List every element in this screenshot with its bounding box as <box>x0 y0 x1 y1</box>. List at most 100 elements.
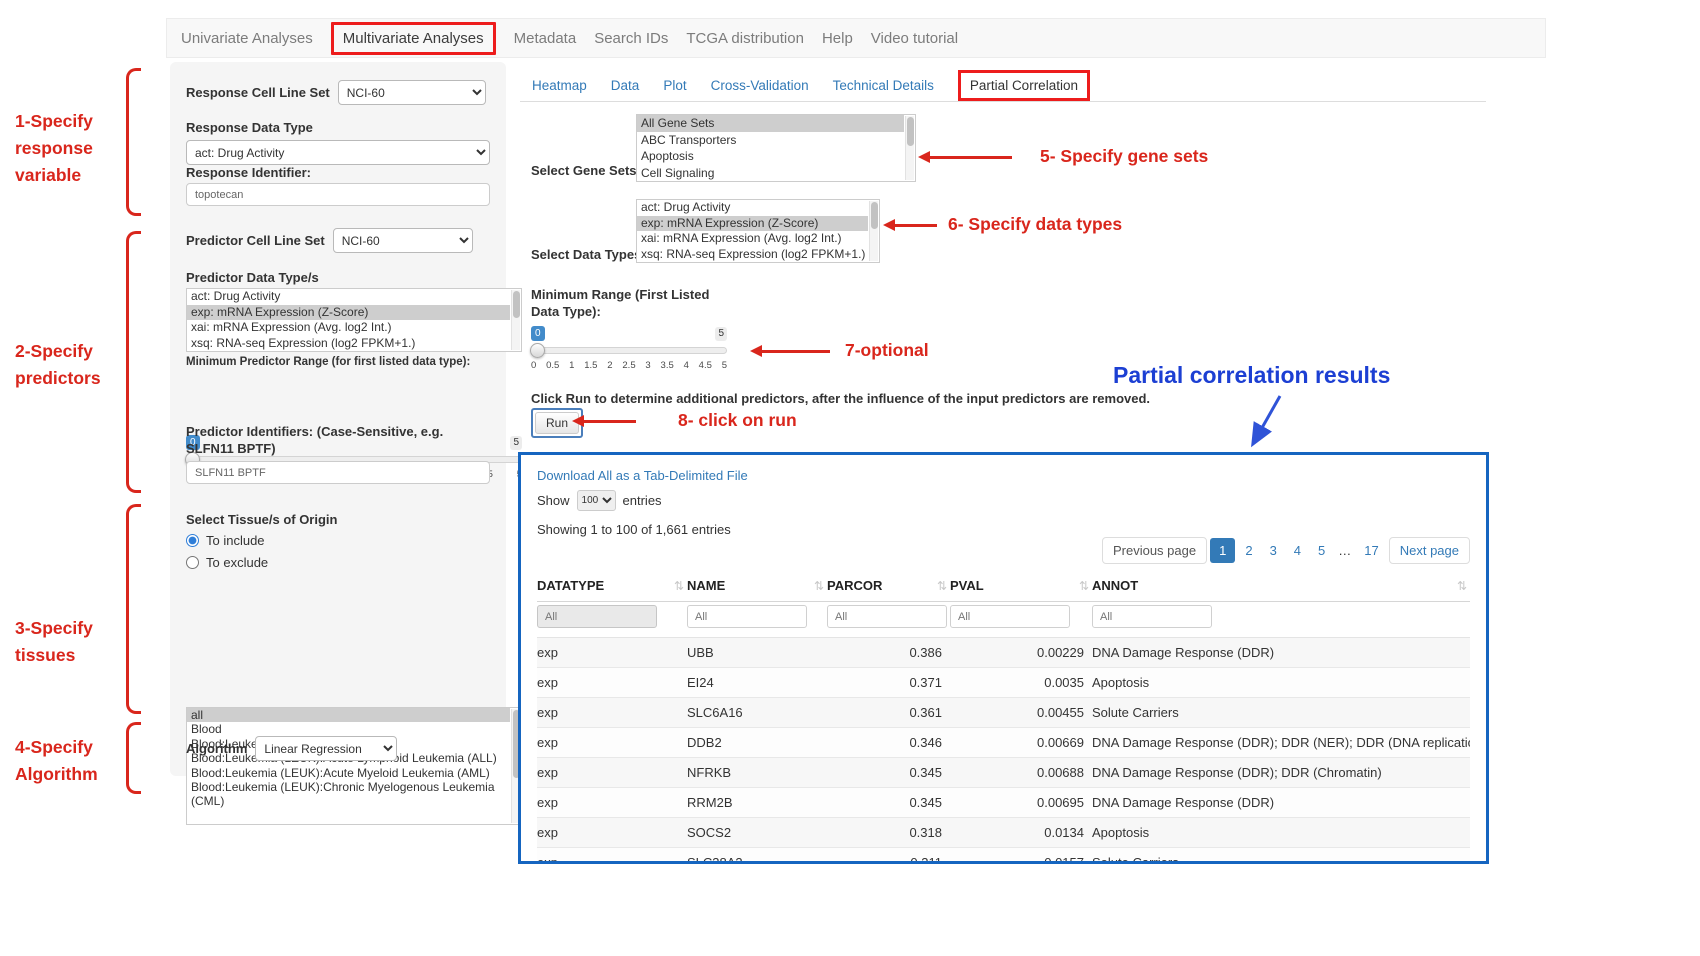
next-page-button[interactable]: Next page <box>1389 537 1470 564</box>
table-row[interactable]: exp EI24 0.371 0.0035 Apoptosis <box>537 668 1470 698</box>
tab-partial-correlation[interactable]: Partial Correlation <box>958 70 1090 101</box>
scrollbar[interactable] <box>905 116 914 180</box>
gene-sets-listbox: All Gene Sets ABC Transporters Apoptosis… <box>636 114 916 182</box>
cell-parcor: 0.311 <box>827 848 950 865</box>
previous-page-button[interactable]: Previous page <box>1102 537 1207 564</box>
top-navigation: Univariate Analyses Multivariate Analyse… <box>166 18 1546 58</box>
page-number-3[interactable]: 3 <box>1263 538 1284 563</box>
table-row[interactable]: exp SLC38A3 0.311 0.0157 Solute Carriers <box>537 848 1470 865</box>
listbox-option-selected[interactable]: exp: mRNA Expression (Z-Score) <box>187 305 510 321</box>
slider-handle[interactable] <box>530 343 545 358</box>
filter-input-annot[interactable] <box>1092 605 1212 628</box>
page-number-4[interactable]: 4 <box>1287 538 1308 563</box>
tab-technical-details[interactable]: Technical Details <box>833 78 934 93</box>
slider-tick-label: 3 <box>645 360 650 371</box>
min-range-slider[interactable]: 0 5 00.511.522.533.544.55 <box>531 326 727 374</box>
response-identifier-input[interactable] <box>186 183 490 206</box>
sort-icon[interactable]: ⇅ <box>937 579 947 593</box>
column-header-parcor[interactable]: PARCOR⇅ <box>827 570 950 602</box>
annotation-step6: 6- Specify data types <box>948 211 1122 238</box>
annotation-results-label: Partial correlation results <box>1113 362 1390 389</box>
listbox-option[interactable]: act: Drug Activity <box>637 200 868 216</box>
column-header-annot[interactable]: ANNOT⇅ <box>1092 570 1470 602</box>
algorithm-select[interactable]: Linear Regression <box>255 736 397 761</box>
nav-item-search-ids[interactable]: Search IDs <box>594 30 668 47</box>
column-header-pval[interactable]: PVAL ⇅ <box>950 570 1092 602</box>
table-header-row: DATATYPE⇅ NAME⇅ PARCOR⇅ PVAL⇅ ANNOT⇅ <box>537 570 1470 602</box>
nav-item-tcga-distribution[interactable]: TCGA distribution <box>686 30 804 47</box>
cell-pval: 0.0157 <box>950 848 1092 865</box>
listbox-option-selected[interactable]: all <box>187 708 510 722</box>
annotation-step4-line: 4-Specify <box>15 734 98 761</box>
page-number-17[interactable]: 17 <box>1357 538 1385 563</box>
scrollbar[interactable] <box>869 201 878 261</box>
nav-item-univariate-analyses[interactable]: Univariate Analyses <box>181 30 313 47</box>
table-row[interactable]: exp DDB2 0.346 0.00669 DNA Damage Respon… <box>537 728 1470 758</box>
sort-icon[interactable]: ⇅ <box>1457 579 1467 593</box>
tissue-exclude-radio-label[interactable]: To exclude <box>206 555 268 570</box>
predictor-identifiers-input[interactable] <box>186 461 490 484</box>
cell-annot: DNA Damage Response (DDR); DDR (NER); DD… <box>1092 728 1470 758</box>
slider-track[interactable] <box>531 347 727 354</box>
predictor-identifiers-label: Predictor Identifiers: (Case-Sensitive, … <box>186 423 490 457</box>
column-header-datatype[interactable]: DATATYPE⇅ <box>537 570 687 602</box>
table-row[interactable]: exp SLC6A16 0.361 0.00455 Solute Carrier… <box>537 698 1470 728</box>
listbox-option[interactable]: ABC Transporters <box>637 132 904 149</box>
listbox-option[interactable]: Blood:Leukemia (LEUK):Chronic Myelogenou… <box>187 780 510 809</box>
listbox-option[interactable]: xai: mRNA Expression (Avg. log2 Int.) <box>637 231 868 247</box>
response-cell-line-set-select[interactable]: NCI-60 <box>338 80 486 105</box>
table-row[interactable]: exp RRM2B 0.345 0.00695 DNA Damage Respo… <box>537 788 1470 818</box>
nav-item-help[interactable]: Help <box>822 30 853 47</box>
scrollbar[interactable] <box>511 290 520 350</box>
sort-icon[interactable]: ⇅ <box>814 579 824 593</box>
slider-tick-label: 0.5 <box>546 360 559 371</box>
annotation-step4-line: Algorithm <box>15 761 98 788</box>
sort-icon[interactable]: ⇅ <box>1079 579 1089 593</box>
response-data-type-select[interactable]: act: Drug Activity <box>186 140 490 165</box>
listbox-option[interactable]: xsq: RNA-seq Expression (log2 FPKM+1.) <box>187 336 510 352</box>
nav-item-metadata[interactable]: Metadata <box>514 30 577 47</box>
filter-input-name[interactable] <box>687 605 807 628</box>
table-row[interactable]: exp NFRKB 0.345 0.00688 DNA Damage Respo… <box>537 758 1470 788</box>
slider-tick-label: 1 <box>569 360 574 371</box>
listbox-option[interactable]: xai: mRNA Expression (Avg. log2 Int.) <box>187 320 510 336</box>
filter-input-parcor[interactable] <box>827 605 947 628</box>
listbox-option[interactable]: act: Drug Activity <box>187 289 510 305</box>
column-header-label: PVAL <box>950 578 984 593</box>
tissue-include-radio-label[interactable]: To include <box>206 533 265 548</box>
annotation-step8: 8- click on run <box>678 407 797 434</box>
listbox-option-selected[interactable]: All Gene Sets <box>637 115 904 132</box>
download-all-link[interactable]: Download All as a Tab-Delimited File <box>537 468 748 483</box>
page-number-5[interactable]: 5 <box>1311 538 1332 563</box>
filter-input-datatype[interactable] <box>537 605 657 628</box>
listbox-option[interactable]: Apoptosis <box>637 148 904 165</box>
tissue-exclude-radio[interactable] <box>186 556 199 569</box>
nav-item-multivariate-analyses[interactable]: Multivariate Analyses <box>331 22 496 55</box>
listbox-option[interactable]: xsq: RNA-seq Expression (log2 FPKM+1.) <box>637 247 868 263</box>
listbox-option[interactable]: Cell Signaling <box>637 165 904 182</box>
predictor-cell-line-set-select[interactable]: NCI-60 <box>333 228 473 253</box>
entries-per-page-select[interactable]: 100 <box>577 490 616 511</box>
tab-plot[interactable]: Plot <box>663 78 686 93</box>
tab-heatmap[interactable]: Heatmap <box>532 78 587 93</box>
scrollbar-thumb[interactable] <box>513 291 520 318</box>
filter-input-pval[interactable] <box>950 605 1070 628</box>
scrollbar-thumb[interactable] <box>907 117 914 146</box>
tissue-include-radio[interactable] <box>186 534 199 547</box>
page-number-1[interactable]: 1 <box>1210 538 1235 563</box>
table-row[interactable]: exp UBB 0.386 0.00229 DNA Damage Respons… <box>537 638 1470 668</box>
tab-cross-validation[interactable]: Cross-Validation <box>711 78 809 93</box>
column-header-name[interactable]: NAME⇅ <box>687 570 827 602</box>
table-row[interactable]: exp SOCS2 0.318 0.0134 Apoptosis <box>537 818 1470 848</box>
nav-item-video-tutorial[interactable]: Video tutorial <box>871 30 958 47</box>
page-number-2[interactable]: 2 <box>1238 538 1259 563</box>
listbox-option-selected[interactable]: exp: mRNA Expression (Z-Score) <box>637 216 868 232</box>
scrollbar-thumb[interactable] <box>871 202 878 229</box>
annotation-step2-line: 2-Specify <box>15 338 101 365</box>
listbox-option[interactable]: Blood <box>187 722 510 736</box>
data-types-listbox: act: Drug Activity exp: mRNA Expression … <box>636 199 880 263</box>
listbox-option[interactable]: Blood:Leukemia (LEUK):Acute Myeloid Leuk… <box>187 766 510 780</box>
cell-annot: Solute Carriers <box>1092 698 1470 728</box>
sort-icon[interactable]: ⇅ <box>674 579 684 593</box>
tab-data[interactable]: Data <box>611 78 640 93</box>
